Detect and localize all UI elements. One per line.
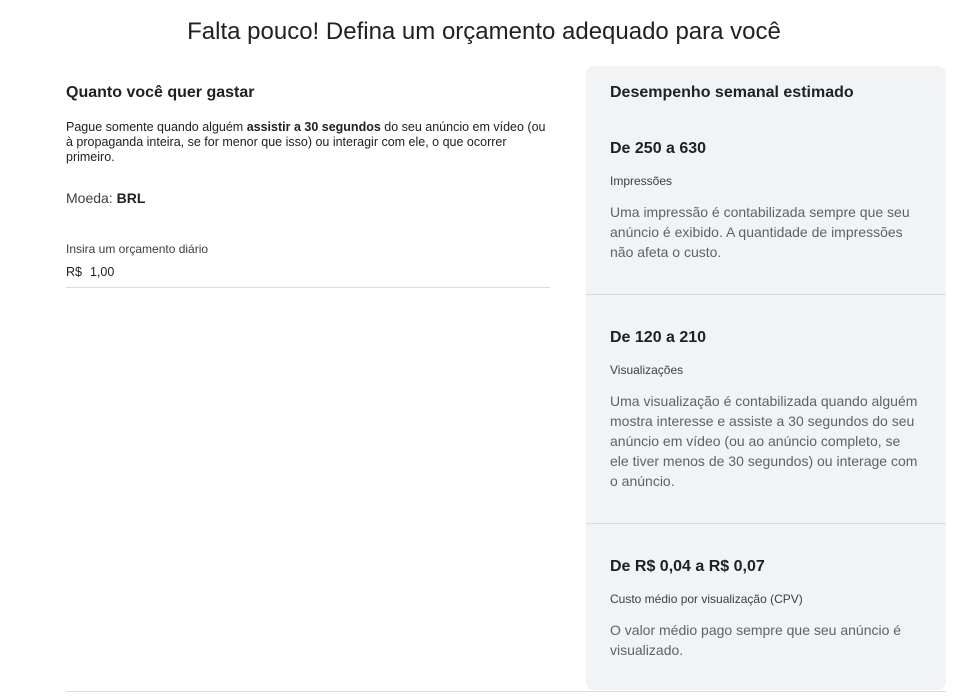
metric-description: O valor médio pago sempre que seu anúnci…	[610, 622, 902, 658]
metric-description: Uma impressão é contabilizada sempre que…	[610, 204, 910, 260]
metric-label: Impressões	[610, 174, 673, 188]
daily-budget-input[interactable]	[89, 263, 390, 281]
metric-description: Uma visualização é contabilizada quando …	[610, 393, 918, 489]
metric-divider	[586, 294, 946, 295]
bottom-divider	[66, 691, 946, 692]
currency-value: BRL	[116, 190, 146, 206]
budget-description-bold: assistir a 30 segundos	[246, 120, 381, 134]
metric-divider	[586, 523, 946, 524]
page-title: Falta pouco! Defina um orçamento adequad…	[187, 18, 781, 45]
budget-section-heading: Quanto você quer gastar	[66, 84, 255, 101]
currency-label: Moeda:	[66, 190, 113, 206]
currency-prefix: R$	[66, 265, 82, 279]
metric-label: Custo médio por visualização (CPV)	[610, 592, 803, 606]
budget-page: Falta pouco! Defina um orçamento adequad…	[0, 0, 968, 697]
daily-budget-label: Insira um orçamento diário	[66, 242, 209, 256]
daily-budget-field[interactable]: R$	[66, 263, 550, 288]
currency-info: Moeda: BRL	[66, 189, 550, 207]
weekly-performance-panel: Desempenho semanal estimado De 250 a 630…	[586, 66, 946, 690]
performance-heading: Desempenho semanal estimado	[610, 84, 854, 101]
metric-range: De 120 a 210	[610, 329, 707, 346]
metric-range: De 250 a 630	[610, 140, 707, 157]
budget-section: Quanto você quer gastar Pague somente qu…	[66, 82, 550, 288]
metric-range: De R$ 0,04 a R$ 0,07	[610, 558, 765, 575]
metric-label: Visualizações	[610, 363, 684, 377]
budget-description: Pague somente quando alguém assistir a 3…	[66, 120, 550, 165]
budget-description-pre: Pague somente quando alguém	[66, 120, 247, 134]
